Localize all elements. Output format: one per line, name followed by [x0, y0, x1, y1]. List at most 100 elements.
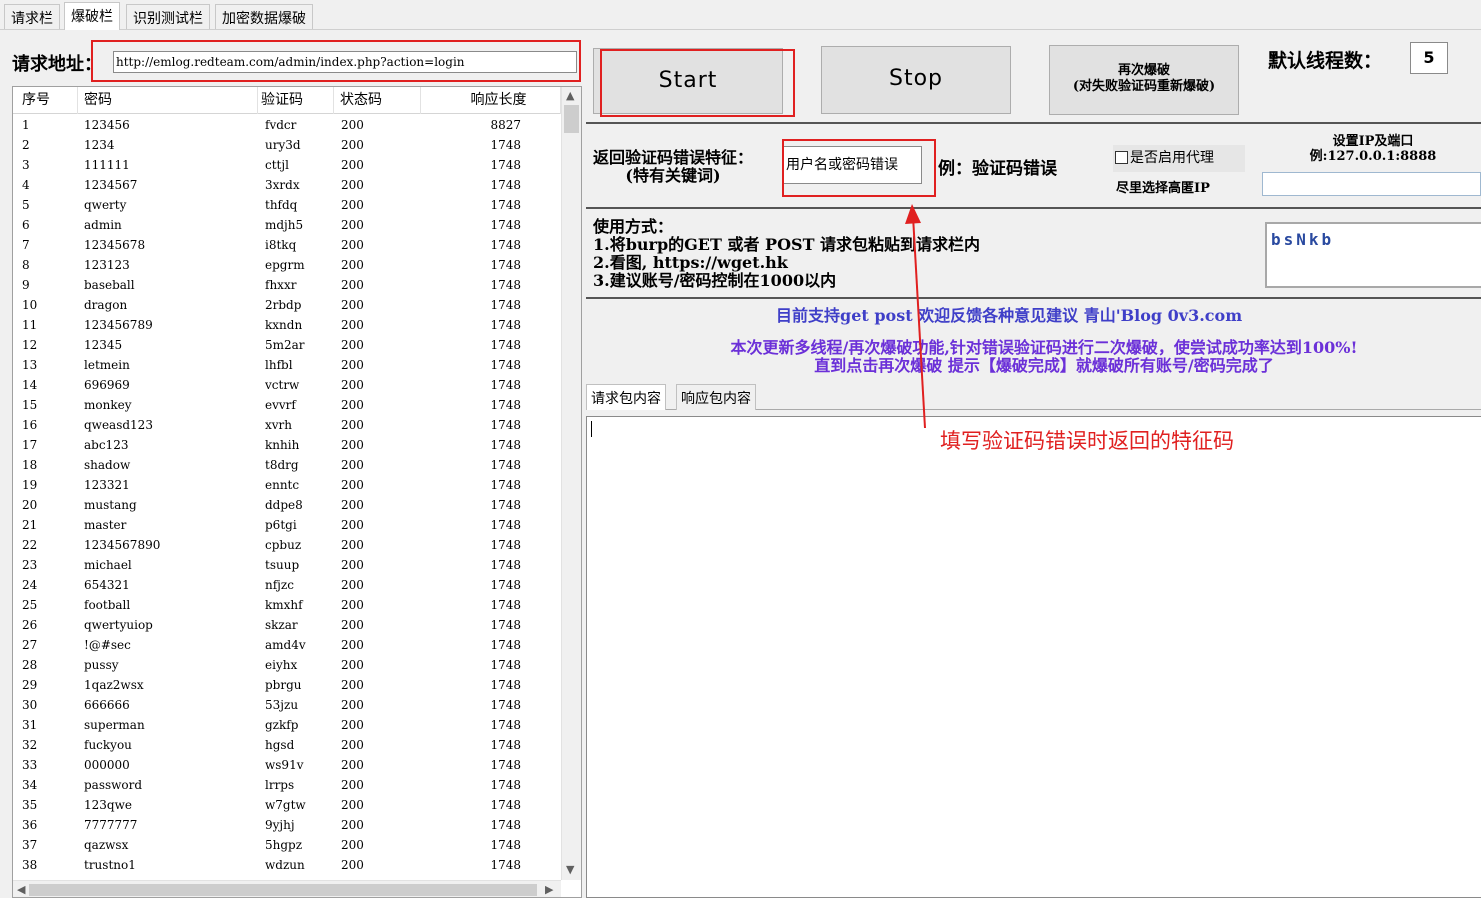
table-row[interactable]: 10 dragon 2rbdp 200 1748	[13, 295, 561, 315]
cell-index: 2	[22, 138, 30, 152]
cell-length: 1748	[490, 858, 521, 872]
cell-index: 4	[22, 178, 30, 192]
table-row[interactable]: 37 qazwsx 5hgpz 200 1748	[13, 835, 561, 855]
table-row[interactable]: 3 111111 cttjl 200 1748	[13, 155, 561, 175]
vertical-scrollbar[interactable]: ▲ ▼	[561, 87, 581, 880]
vertical-scroll-thumb[interactable]	[564, 105, 579, 133]
table-row[interactable]: 21 master p6tgi 200 1748	[13, 515, 561, 535]
cell-captcha: xvrh	[265, 418, 293, 432]
table-row[interactable]: 2 1234 ury3d 200 1748	[13, 135, 561, 155]
horizontal-scrollbar[interactable]: ◀ ▶	[13, 880, 561, 897]
cell-captcha: ws91v	[265, 758, 304, 772]
cell-password: 1234567	[84, 178, 138, 192]
proxy-checkbox[interactable]: 是否启用代理	[1113, 145, 1245, 172]
cell-status: 200	[341, 158, 364, 172]
cell-password: michael	[84, 558, 132, 572]
table-row[interactable]: 6 admin mdjh5 200 1748	[13, 215, 561, 235]
table-row[interactable]: 18 shadow t8drg 200 1748	[13, 455, 561, 475]
cell-length: 1748	[490, 438, 521, 452]
retry-bruteforce-button[interactable]: 再次爆破 (对失败验证码重新爆破)	[1049, 45, 1239, 115]
table-row[interactable]: 26 qwertyuiop skzar 200 1748	[13, 615, 561, 635]
cell-password: 123321	[84, 478, 130, 492]
stop-button[interactable]: Stop	[821, 46, 1011, 114]
table-row[interactable]: 7 12345678 i8tkq 200 1748	[13, 235, 561, 255]
table-row[interactable]: 38 trustno1 wdzun 200 1748	[13, 855, 561, 875]
table-row[interactable]: 25 football kmxhf 200 1748	[13, 595, 561, 615]
table-row[interactable]: 33 000000 ws91v 200 1748	[13, 755, 561, 775]
annotation-arrow-icon	[905, 204, 926, 429]
col-header-status[interactable]: 状态码	[334, 87, 421, 114]
cell-status: 200	[341, 438, 364, 452]
table-row[interactable]: 30 666666 53jzu 200 1748	[13, 695, 561, 715]
tab-request-packet[interactable]: 请求包内容	[586, 384, 666, 410]
table-row[interactable]: 9 baseball fhxxr 200 1748	[13, 275, 561, 295]
table-row[interactable]: 36 7777777 9yjhj 200 1748	[13, 815, 561, 835]
cell-length: 1748	[490, 198, 521, 212]
scroll-left-icon[interactable]: ◀	[17, 883, 25, 896]
results-table[interactable]: 序号 密码 验证码 状态码 响应长度 1 123456 fvdcr 200 8827 2 1…	[12, 86, 582, 898]
table-row[interactable]: 14 696969 vctrw 200 1748	[13, 375, 561, 395]
cell-index: 19	[22, 478, 38, 492]
thread-count-input[interactable]: 5	[1410, 42, 1448, 74]
cell-length: 1748	[490, 398, 521, 412]
table-row[interactable]: 20 mustang ddpe8 200 1748	[13, 495, 561, 515]
col-header-length[interactable]: 响应长度	[421, 87, 561, 114]
tab-request[interactable]: 请求栏	[4, 4, 60, 29]
tab-bruteforce[interactable]: 爆破栏	[64, 2, 120, 30]
table-row[interactable]: 24 654321 nfjzc 200 1748	[13, 575, 561, 595]
table-row[interactable]: 13 letmein lhfbl 200 1748	[13, 355, 561, 375]
cell-index: 38	[22, 858, 38, 872]
table-row[interactable]: 4 1234567 3xrdx 200 1748	[13, 175, 561, 195]
captcha-error-label-line2: (特有关键词)	[625, 166, 721, 185]
table-row[interactable]: 29 1qaz2wsx pbrgu 200 1748	[13, 675, 561, 695]
checkbox-icon[interactable]	[1115, 151, 1128, 164]
col-header-password[interactable]: 密码	[78, 87, 258, 114]
tab-encrypted-bruteforce[interactable]: 加密数据爆破	[215, 4, 313, 29]
cell-index: 28	[22, 658, 38, 672]
proxy-ip-input[interactable]	[1262, 172, 1481, 196]
table-row[interactable]: 22 1234567890 cpbuz 200 1748	[13, 535, 561, 555]
table-row[interactable]: 19 123321 enntc 200 1748	[13, 475, 561, 495]
table-row[interactable]: 15 monkey evvrf 200 1748	[13, 395, 561, 415]
table-row[interactable]: 27 !@#sec amd4v 200 1748	[13, 635, 561, 655]
scroll-right-icon[interactable]: ▶	[545, 883, 553, 896]
tab-response-packet[interactable]: 响应包内容	[676, 384, 756, 410]
cell-length: 1748	[490, 678, 521, 692]
cell-index: 18	[22, 458, 38, 472]
packet-content-textarea[interactable]	[586, 416, 1481, 898]
col-header-index[interactable]: 序号	[13, 87, 78, 114]
divider-middle	[586, 207, 1481, 209]
cell-length: 1748	[490, 378, 521, 392]
col-header-captcha[interactable]: 验证码	[258, 87, 334, 114]
cell-password: football	[84, 598, 131, 612]
cell-password: 1234567890	[84, 538, 161, 552]
captcha-image[interactable]: bsNkb	[1265, 222, 1481, 288]
table-row[interactable]: 11 123456789 kxndn 200 1748	[13, 315, 561, 335]
scroll-up-icon[interactable]: ▲	[566, 89, 574, 102]
cell-password: 696969	[84, 378, 130, 392]
cell-captcha: skzar	[265, 618, 298, 632]
table-row[interactable]: 12 12345 5m2ar 200 1748	[13, 335, 561, 355]
table-row[interactable]: 1 123456 fvdcr 200 8827	[13, 115, 561, 135]
cell-status: 200	[341, 698, 364, 712]
cell-captcha: 3xrdx	[265, 178, 300, 192]
captcha-error-label-line1: 返回验证码错误特征：	[593, 148, 754, 167]
table-row[interactable]: 34 password lrrps 200 1748	[13, 775, 561, 795]
table-row[interactable]: 35 123qwe w7gtw 200 1748	[13, 795, 561, 815]
tab-recognition-test[interactable]: 识别测试栏	[126, 4, 210, 29]
table-row[interactable]: 17 abc123 knhih 200 1748	[13, 435, 561, 455]
table-row[interactable]: 23 michael tsuup 200 1748	[13, 555, 561, 575]
scroll-down-icon[interactable]: ▼	[566, 863, 574, 876]
table-row[interactable]: 28 pussy eiyhx 200 1748	[13, 655, 561, 675]
table-row[interactable]: 5 qwerty thfdq 200 1748	[13, 195, 561, 215]
cell-status: 200	[341, 278, 364, 292]
highlight-start-box	[600, 49, 795, 117]
table-row[interactable]: 31 superman gzkfp 200 1748	[13, 715, 561, 735]
table-row[interactable]: 16 qweasd123 xvrh 200 1748	[13, 415, 561, 435]
table-row[interactable]: 32 fuckyou hgsd 200 1748	[13, 735, 561, 755]
horizontal-scroll-thumb[interactable]	[29, 884, 537, 896]
table-row[interactable]: 8 123123 epgrm 200 1748	[13, 255, 561, 275]
cell-length: 1748	[490, 698, 521, 712]
cell-status: 200	[341, 138, 364, 152]
cell-captcha: i8tkq	[265, 238, 297, 252]
